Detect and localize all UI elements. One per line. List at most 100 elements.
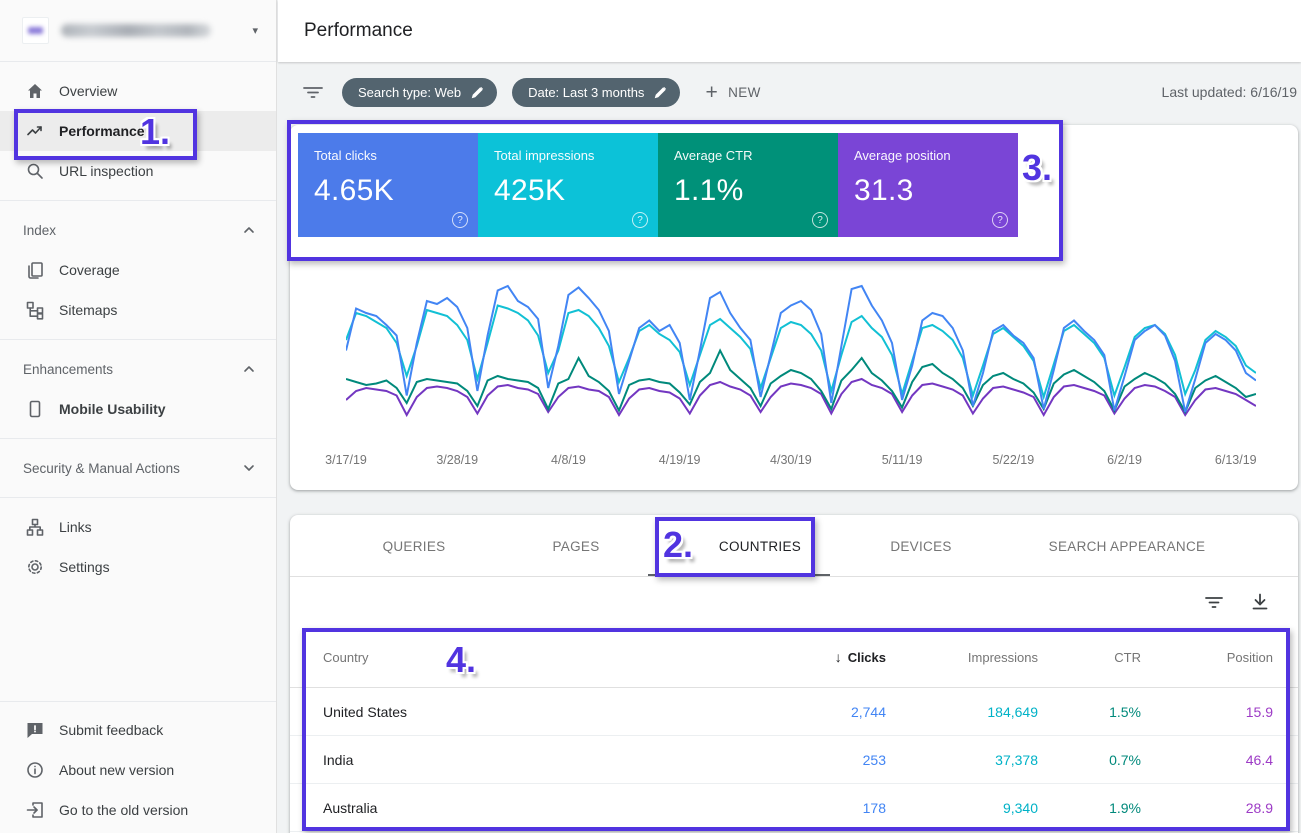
info-icon (25, 760, 45, 780)
sidebar-section-index[interactable]: Index (0, 210, 276, 250)
tab-countries[interactable]: COUNTRIES (719, 515, 801, 577)
cell-impressions: 37,378 (886, 752, 1038, 768)
column-header-position[interactable]: Position (1141, 650, 1273, 665)
section-label: Security & Manual Actions (23, 461, 180, 476)
sidebar-item-links[interactable]: Links (0, 507, 276, 547)
table-row[interactable]: United States2,744184,6491.5%15.9 (290, 688, 1298, 736)
chart-plot-area[interactable] (346, 277, 1256, 439)
total-impressions-card[interactable]: Total impressions 425K ? (478, 133, 658, 237)
sidebar-item-submit-feedback[interactable]: Submit feedback (0, 710, 276, 750)
tab-pages[interactable]: PAGES (552, 515, 599, 577)
column-header-clicks[interactable]: ↓Clicks (716, 649, 886, 665)
active-tab-indicator (648, 574, 830, 576)
sidebar-item-label: Submit feedback (59, 722, 163, 738)
tab-devices[interactable]: DEVICES (890, 515, 951, 577)
chart-series-impressions (346, 306, 1256, 398)
main-content: Performance Search type: Web Date: Last … (278, 0, 1301, 833)
metric-value: 4.65K (314, 174, 462, 208)
sidebar-item-performance[interactable]: Performance (0, 111, 276, 151)
help-icon[interactable]: ? (632, 212, 648, 228)
sidebar-item-label: Sitemaps (59, 302, 117, 318)
sidebar-item-settings[interactable]: Settings (0, 547, 276, 587)
plus-icon: + (705, 82, 718, 103)
page-title: Performance (304, 20, 413, 42)
chevron-up-icon (242, 223, 256, 237)
cell-impressions: 9,340 (886, 800, 1038, 816)
search-type-chip[interactable]: Search type: Web (342, 78, 497, 107)
sidebar-section-enhancements[interactable]: Enhancements (0, 349, 276, 389)
sidebar-item-url-inspection[interactable]: URL inspection (0, 151, 276, 191)
feedback-icon (25, 720, 45, 740)
cell-ctr: 0.7% (1038, 752, 1141, 768)
sidebar-item-mobile-usability[interactable]: Mobile Usability (0, 389, 276, 429)
sidebar-section-security-manual-actions[interactable]: Security & Manual Actions (0, 448, 276, 488)
mobile-phone-icon (25, 399, 45, 419)
sidebar-item-label: Settings (59, 559, 110, 575)
sidebar-item-coverage[interactable]: Coverage (0, 250, 276, 290)
download-icon[interactable] (1250, 592, 1270, 612)
date-range-chip[interactable]: Date: Last 3 months (512, 78, 680, 107)
x-axis-tick-label: 6/2/19 (1107, 453, 1142, 467)
sidebar-footer: Submit feedback About new version Go to … (0, 701, 276, 830)
search-icon (25, 161, 45, 181)
tab-search-appearance[interactable]: SEARCH APPEARANCE (1049, 515, 1206, 577)
sidebar-item-sitemaps[interactable]: Sitemaps (0, 290, 276, 330)
sort-descending-icon: ↓ (835, 649, 842, 665)
metric-value: 31.3 (854, 174, 1002, 208)
average-position-card[interactable]: Average position 31.3 ? (838, 133, 1018, 237)
x-axis-tick-label: 4/19/19 (659, 453, 701, 467)
sidebar-item-label: Mobile Usability (59, 401, 166, 417)
new-filter-button[interactable]: + NEW (705, 82, 760, 103)
metric-label: Average position (854, 148, 1002, 163)
sidebar-item-label: Performance (59, 123, 145, 139)
cell-clicks: 2,744 (716, 704, 886, 720)
favicon-blurred (28, 27, 43, 34)
edit-pencil-icon (471, 86, 484, 99)
column-header-ctr[interactable]: CTR (1038, 650, 1141, 665)
property-url-redacted (61, 24, 211, 37)
cell-clicks: 253 (716, 752, 886, 768)
x-axis-tick-label: 4/30/19 (770, 453, 812, 467)
divider (0, 701, 276, 702)
tab-queries[interactable]: QUERIES (383, 515, 446, 577)
metric-label: Average CTR (674, 148, 822, 163)
column-header-impressions[interactable]: Impressions (886, 650, 1038, 665)
new-label: NEW (728, 85, 761, 100)
sidebar: ▾ Overview Performance URL inspection In… (0, 0, 277, 833)
property-dropdown-caret-icon[interactable]: ▾ (252, 24, 258, 37)
chevron-up-icon (242, 362, 256, 376)
last-updated-text: Last updated: 6/16/19 (1162, 84, 1297, 100)
metric-value: 1.1% (674, 174, 822, 208)
average-ctr-card[interactable]: Average CTR 1.1% ? (658, 133, 838, 237)
help-icon[interactable]: ? (812, 212, 828, 228)
help-icon[interactable]: ? (992, 212, 1008, 228)
cell-country: Australia (323, 800, 716, 816)
metrics-row: Total clicks 4.65K ? Total impressions 4… (298, 133, 1018, 237)
performance-trend-icon (25, 121, 45, 141)
performance-chart-card: Total clicks 4.65K ? Total impressions 4… (290, 125, 1298, 490)
total-clicks-card[interactable]: Total clicks 4.65K ? (298, 133, 478, 237)
sidebar-item-about-new-version[interactable]: About new version (0, 750, 276, 790)
table-filter-icon[interactable] (1204, 592, 1224, 612)
cell-position: 28.9 (1141, 800, 1273, 816)
cell-ctr: 1.5% (1038, 704, 1141, 720)
countries-table: Country ↓Clicks Impressions CTR Position… (290, 627, 1298, 832)
property-selector[interactable]: ▾ (0, 0, 276, 62)
sidebar-item-go-to-old-version[interactable]: Go to the old version (0, 790, 276, 830)
table-row[interactable]: Australia1789,3401.9%28.9 (290, 784, 1298, 832)
help-icon[interactable]: ? (452, 212, 468, 228)
chevron-down-icon (242, 461, 256, 475)
sidebar-item-overview[interactable]: Overview (0, 71, 276, 111)
table-row[interactable]: India25337,3780.7%46.4 (290, 736, 1298, 784)
cell-country: India (323, 752, 716, 768)
sidebar-item-label: Overview (59, 83, 117, 99)
sidebar-item-label: Coverage (59, 262, 120, 278)
cell-country: United States (323, 704, 716, 720)
edit-pencil-icon (654, 86, 667, 99)
sidebar-item-label: Links (59, 519, 92, 535)
table-toolbar (290, 577, 1298, 627)
column-header-country[interactable]: Country (323, 650, 716, 665)
sitemaps-tree-icon (25, 300, 45, 320)
chip-label: Date: Last 3 months (528, 85, 644, 100)
filter-icon[interactable] (302, 83, 324, 101)
